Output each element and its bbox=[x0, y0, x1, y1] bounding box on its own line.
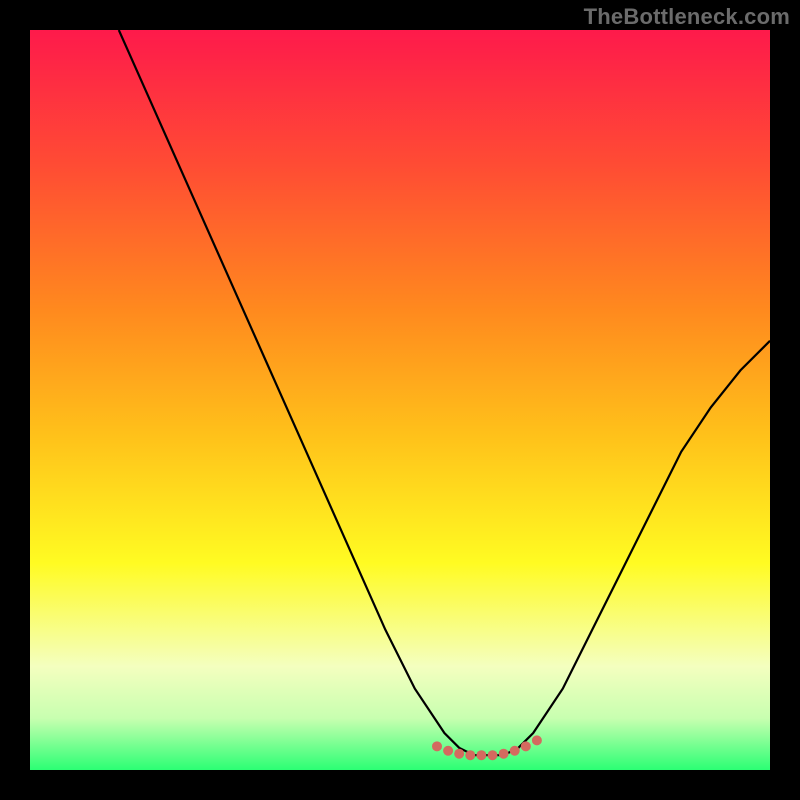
optimal-marker bbox=[465, 750, 475, 760]
optimal-marker bbox=[476, 750, 486, 760]
optimal-marker bbox=[510, 746, 520, 756]
optimal-marker bbox=[499, 749, 509, 759]
optimal-marker bbox=[488, 750, 498, 760]
watermark-text: TheBottleneck.com bbox=[584, 4, 790, 30]
optimal-marker bbox=[521, 741, 531, 751]
chart-frame: { "watermark": "TheBottleneck.com", "col… bbox=[0, 0, 800, 800]
optimal-marker bbox=[443, 746, 453, 756]
optimal-marker bbox=[432, 741, 442, 751]
bottleneck-chart bbox=[30, 30, 770, 770]
optimal-marker bbox=[454, 749, 464, 759]
optimal-marker bbox=[532, 735, 542, 745]
